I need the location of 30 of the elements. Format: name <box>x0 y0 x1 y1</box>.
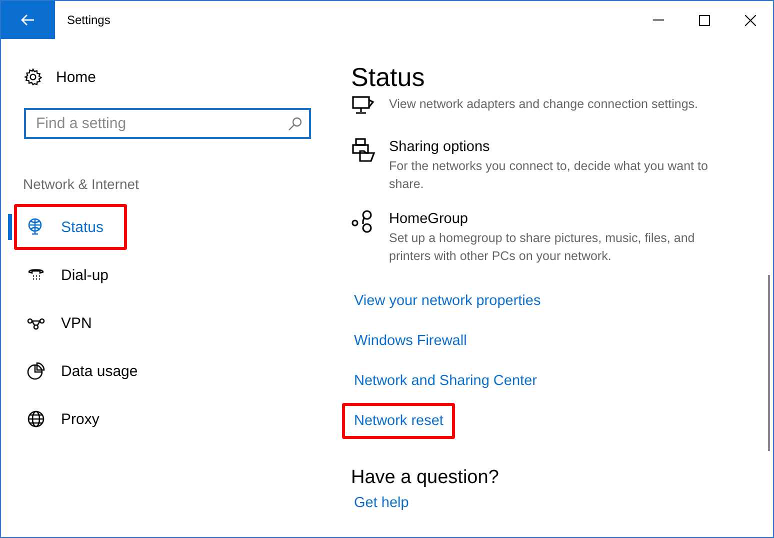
settings-link[interactable]: Network reset <box>342 403 456 439</box>
page-title: Status <box>351 61 426 93</box>
settings-link[interactable]: Windows Firewall <box>342 323 479 359</box>
back-arrow-icon <box>21 14 35 26</box>
printer-folder-icon <box>351 137 377 163</box>
option-description: For the networks you connect to, decide what you want to share. <box>389 158 709 193</box>
nav-item[interactable]: Dial-up <box>14 252 132 298</box>
back-button[interactable] <box>1 1 55 39</box>
search-field[interactable]: Find a setting <box>24 108 311 139</box>
nav-item[interactable]: Proxy <box>14 396 122 442</box>
option-title[interactable]: Sharing options <box>389 137 739 157</box>
settings-link[interactable]: View your network properties <box>342 283 553 319</box>
nav-item[interactable]: Status <box>14 204 127 250</box>
nav-item[interactable]: Data usage <box>14 348 161 394</box>
close-icon <box>744 14 756 26</box>
pie-chart-icon <box>26 361 46 381</box>
window-title: Settings <box>67 13 112 27</box>
maximize-icon <box>698 14 710 26</box>
option-description: View network adapters and change connection settings. <box>389 96 699 113</box>
globe-icon <box>26 409 46 429</box>
settings-link[interactable]: Network and Sharing Center <box>342 363 549 399</box>
minimize-icon <box>652 19 664 21</box>
scrollbar[interactable] <box>768 275 770 451</box>
nav-item[interactable]: VPN <box>14 300 115 346</box>
option-title[interactable]: HomeGroup <box>389 209 739 229</box>
search-icon <box>288 117 302 131</box>
gear-icon <box>24 68 42 86</box>
home-nav-item[interactable]: Home <box>1 61 331 93</box>
option-description: Set up a homegroup to share pictures, music, files, and printers with other PCs on your network. <box>389 230 696 265</box>
section-heading: Network & Internet <box>23 176 140 192</box>
